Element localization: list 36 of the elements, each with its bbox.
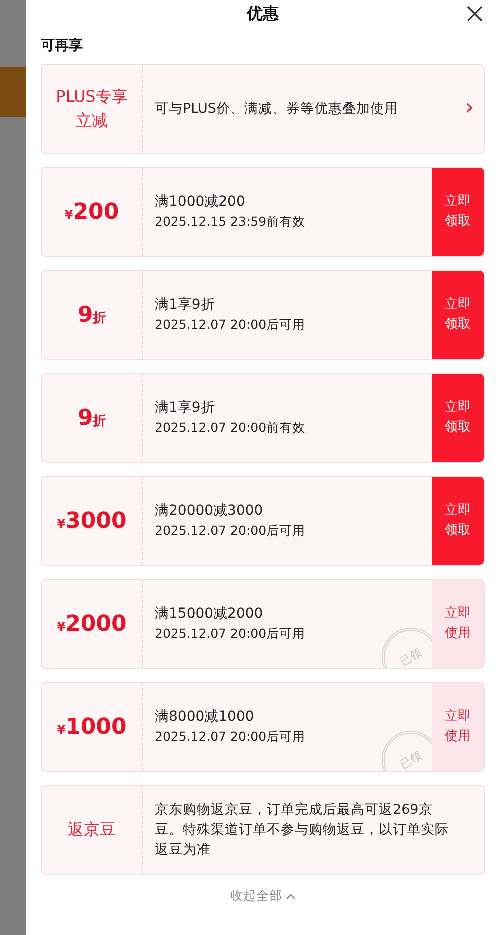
sheet-title: 优惠 (247, 4, 279, 24)
coupon-action-button[interactable]: 立即使用 (432, 580, 484, 668)
coupon-value: 9折 (78, 406, 106, 430)
offer-label: PLUS专享立减 (55, 86, 129, 132)
offer-description: 可与PLUS价、满减、券等优惠叠加使用 (155, 100, 400, 118)
coupon-validity: 2025.12.15 23:59前有效 (155, 214, 307, 231)
coupon-validity: 2025.12.07 20:00后可用 (155, 729, 307, 746)
caret-up-icon (286, 893, 296, 900)
coupon-action-button[interactable]: 立即领取 (432, 374, 484, 462)
coupon-condition: 满8000减1000 (155, 708, 256, 726)
close-button[interactable] (465, 4, 485, 24)
coupon-condition: 满15000减2000 (155, 605, 264, 623)
coupon-condition: 满1000减200 (155, 193, 246, 211)
coupon-action-button[interactable]: 立即领取 (432, 477, 484, 565)
coupon-validity: 2025.12.07 20:00前有效 (155, 420, 307, 437)
collapse-link[interactable]: 收起全部 (224, 887, 302, 906)
banner-strip (0, 67, 26, 117)
coupon-value: 9折 (78, 302, 106, 328)
chevron-icon[interactable]: › (465, 95, 474, 120)
coupon-condition: 满1享9折 (155, 296, 216, 314)
coupon-validity: 2025.12.07 20:00后可用 (155, 317, 307, 334)
coupon-action-button[interactable]: 立即领取 (432, 271, 484, 359)
offer-description: 京东购物返京豆，订单完成后最高可返269京豆。特殊渠道订单不参与购物返豆，以订单实际返豆为准 (155, 801, 450, 860)
coupon-value: ¥3000 (57, 508, 127, 534)
section-title: 可再享 (41, 37, 84, 55)
coupon-value: ¥1000 (57, 714, 127, 740)
coupon-validity: 2025.12.07 20:00后可用 (155, 523, 307, 540)
coupon-action-button[interactable]: 立即领取 (432, 168, 484, 256)
coupon-value: ¥200 (64, 200, 120, 224)
coupon-action-button[interactable]: 立即使用 (432, 683, 484, 771)
coupon-condition: 满1享9折 (155, 399, 216, 417)
coupon-validity: 2025.12.07 20:00后可用 (155, 626, 307, 643)
close-icon (467, 6, 483, 22)
coupon-condition: 满20000减3000 (155, 502, 264, 520)
coupon-value: ¥2000 (57, 612, 127, 636)
offer-label: 返京豆 (67, 819, 117, 841)
